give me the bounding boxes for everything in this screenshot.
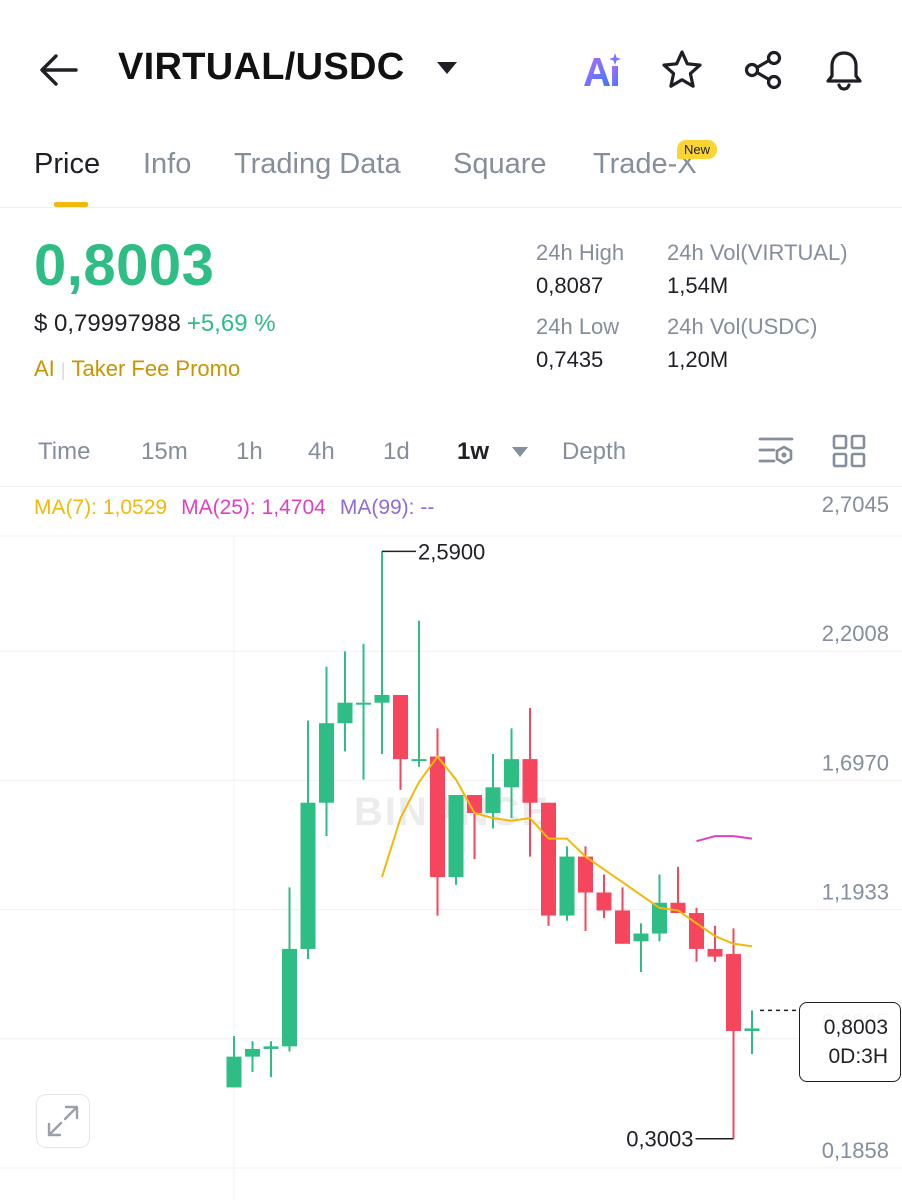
fullscreen-button[interactable] — [36, 1094, 90, 1148]
max-price-label: 2,5900 — [418, 539, 485, 564]
chart-settings-icon[interactable] — [758, 434, 796, 470]
y-tick-label: 2,7045 — [822, 492, 889, 517]
candle-body — [337, 702, 353, 724]
candle-body — [300, 802, 316, 949]
ma25-line — [696, 835, 753, 843]
expand-icon — [47, 1105, 79, 1137]
ma-legend: MA(7): 1,0529 MA(25): 1,4704 MA(99): -- — [34, 496, 434, 520]
candle-countdown: 0D:3H — [828, 1045, 888, 1068]
min-price-label: 0,3003 — [626, 1127, 693, 1152]
candle-body — [541, 802, 556, 916]
candle-body — [559, 856, 575, 916]
candle-body — [744, 1028, 760, 1031]
ai-icon[interactable] — [580, 48, 624, 92]
vol-quote-label: 24h Vol(USDC) — [667, 314, 818, 339]
main-tabs: Price Info Trading Data Square Trade-X N… — [0, 140, 902, 208]
candle-body — [522, 759, 538, 803]
interval-15m[interactable]: 15m — [141, 438, 188, 466]
interval-1d[interactable]: 1d — [383, 438, 410, 466]
usd-price: $ 0,79997988 — [34, 310, 181, 337]
candle-body — [356, 702, 371, 705]
star-icon[interactable] — [660, 48, 704, 92]
bell-icon[interactable] — [822, 48, 866, 92]
last-price: 0,8003 — [34, 233, 215, 298]
y-tick-label: 0,1858 — [822, 1138, 889, 1163]
vol-base-label: 24h Vol(VIRTUAL) — [667, 240, 848, 265]
candle-body — [689, 913, 704, 949]
candle-body — [245, 1048, 260, 1057]
vol-base-value: 1,54M — [667, 273, 729, 298]
dropdown-caret-icon[interactable] — [436, 60, 458, 76]
grid-layout-icon[interactable] — [832, 434, 866, 468]
y-tick-label: 1,1933 — [822, 880, 889, 905]
candle-body — [726, 954, 741, 1031]
candle-body — [633, 933, 649, 942]
ma99-value: MA(99): -- — [339, 496, 435, 519]
promo-tags: AI | Taker Fee Promo — [34, 356, 240, 382]
tag-separator: | — [60, 360, 66, 380]
interval-1w[interactable]: 1w — [457, 438, 489, 466]
low-24h-label: 24h Low — [536, 314, 620, 339]
interval-depth[interactable]: Depth — [562, 438, 626, 466]
candle-body — [226, 1056, 242, 1088]
interval-bar: Time 15m 1h 4h 1d 1w Depth — [0, 432, 902, 482]
interval-1h[interactable]: 1h — [236, 438, 263, 466]
new-badge: New — [677, 140, 718, 159]
interval-4h[interactable]: 4h — [308, 438, 335, 466]
candle-body — [411, 759, 427, 762]
interval-time[interactable]: Time — [38, 438, 90, 466]
trading-pair-title[interactable]: VIRTUAL/USDC — [118, 46, 405, 89]
price-change: +5,69 % — [186, 310, 276, 337]
ma25-value: MA(25): 1,4704 — [181, 496, 326, 519]
taker-fee-promo-tag[interactable]: Taker Fee Promo — [71, 356, 240, 381]
candle-body — [448, 795, 464, 878]
low-24h-value: 0,7435 — [536, 347, 604, 372]
vol-quote-value: 1,20M — [667, 347, 729, 372]
back-arrow-icon[interactable] — [36, 50, 80, 90]
candle-body — [596, 892, 612, 911]
y-tick-label: 1,6970 — [822, 750, 889, 775]
candlestick-chart[interactable]: BINANCE2,70452,20081,69701,19330,68950,1… — [0, 486, 902, 1200]
tab-price[interactable]: Price — [34, 148, 100, 181]
header: VIRTUAL/USDC — [0, 0, 902, 130]
ma7-value: MA(7): 1,0529 — [34, 496, 168, 519]
candle-body — [615, 910, 630, 944]
usd-price-line: $ 0,79997988 +5,69 % — [34, 310, 276, 338]
high-24h-label: 24h High — [536, 240, 625, 265]
interval-more-caret-icon[interactable] — [511, 446, 529, 458]
tab-trading-data[interactable]: Trading Data — [234, 148, 401, 181]
candle-body — [374, 694, 390, 703]
high-24h-value: 0,8087 — [536, 273, 604, 298]
candle-body — [504, 759, 519, 788]
candle-body — [707, 948, 723, 957]
active-tab-indicator — [54, 202, 88, 207]
current-price-label: 0,8003 0D:3H — [799, 1002, 901, 1082]
candle-body — [319, 723, 334, 803]
candle-body — [282, 948, 297, 1047]
tab-info[interactable]: Info — [143, 148, 191, 181]
candle-body — [263, 1046, 279, 1049]
candle-body — [578, 856, 593, 893]
candle-body — [393, 694, 408, 760]
tab-square[interactable]: Square — [453, 148, 547, 181]
share-icon[interactable] — [742, 48, 786, 92]
candle-body — [430, 756, 445, 878]
candle-body — [485, 787, 501, 813]
ai-tag[interactable]: AI — [34, 356, 55, 381]
current-price-value: 0,8003 — [823, 1016, 888, 1039]
y-tick-label: 2,2008 — [822, 621, 889, 646]
